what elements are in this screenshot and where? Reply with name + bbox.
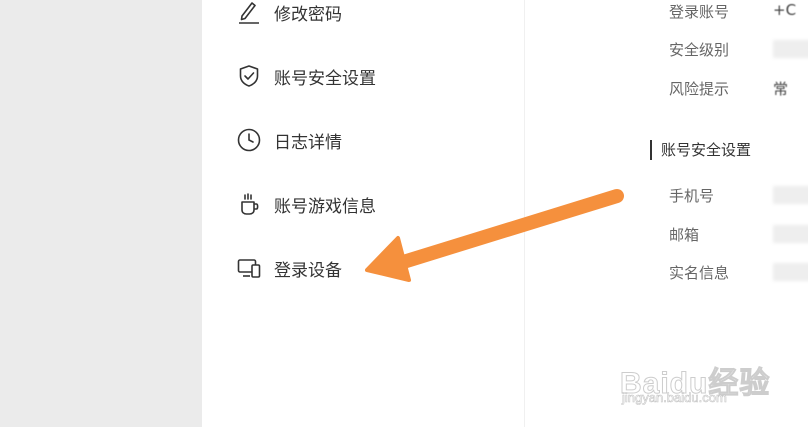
sidebar-item-change-password[interactable]: 修改密码: [236, 0, 342, 27]
cup-icon: [236, 191, 262, 217]
info-label-security-level: 安全级别: [669, 41, 730, 59]
sidebar-item-label: 账号游戏信息: [274, 196, 376, 217]
sidebar-item-label: 登录设备: [274, 260, 342, 281]
info-value-security-level: [773, 40, 808, 58]
devices-icon: [236, 255, 262, 281]
sidebar-item-game-info[interactable]: 账号游戏信息: [236, 189, 376, 219]
sidebar-item-label: 账号安全设置: [274, 68, 376, 89]
info-value-email: [773, 225, 808, 243]
info-label-email: 邮箱: [669, 226, 700, 244]
clock-icon: [236, 127, 262, 153]
pencil-icon: [236, 0, 262, 25]
account-content: 登录账号 +C 安全级别 风险提示 常 账号安全设置 手机号 邮箱 实名信息: [525, 0, 808, 427]
info-label-login-account: 登录账号: [669, 3, 730, 21]
info-value-real-name: [773, 263, 808, 281]
info-value-risk-tip: 常: [773, 80, 789, 98]
info-value-phone: [773, 186, 808, 204]
info-value-login-account: +C: [773, 1, 797, 19]
sidebar-item-label: 修改密码: [274, 4, 342, 25]
info-label-phone: 手机号: [669, 187, 715, 205]
info-label-risk-tip: 风险提示: [669, 80, 730, 98]
sidebar-menu: 修改密码 账号安全设置 日志详情 账号游戏信息 登录设备: [202, 0, 525, 427]
sidebar-item-label: 日志详情: [274, 132, 342, 153]
sidebar-item-account-security[interactable]: 账号安全设置: [236, 61, 376, 91]
sidebar-item-log-details[interactable]: 日志详情: [236, 125, 342, 155]
shield-check-icon: [236, 63, 262, 89]
main-panel: 修改密码 账号安全设置 日志详情 账号游戏信息 登录设备 登录账号 +C 安全级…: [202, 0, 808, 427]
section-title-account-security: 账号安全设置: [650, 140, 751, 160]
info-label-real-name: 实名信息: [669, 264, 730, 282]
left-gutter: [0, 0, 202, 427]
sidebar-item-login-devices[interactable]: 登录设备: [236, 253, 342, 283]
